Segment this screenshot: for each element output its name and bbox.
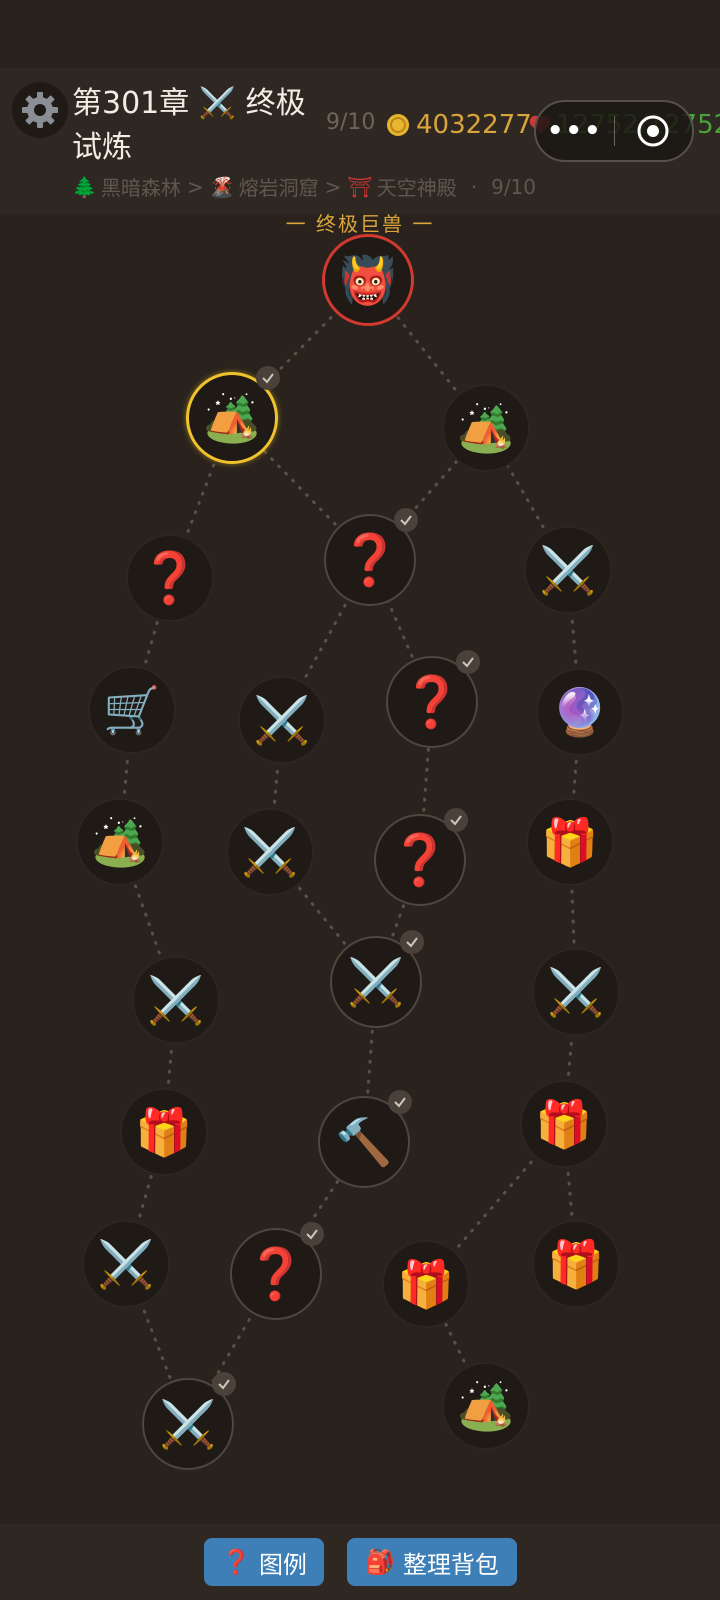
close-button[interactable] xyxy=(615,114,693,148)
treasure-icon: 🎁 xyxy=(135,1104,193,1159)
bottom-bar: ❓ 图例 🎒 整理背包 xyxy=(0,1524,720,1600)
event-icon: ❓ xyxy=(138,548,202,607)
map-node-battle[interactable]: ⚔️ xyxy=(82,1220,170,1308)
rest-icon: 🏕️ xyxy=(457,400,515,455)
battle-icon: ⚔️ xyxy=(539,542,597,597)
rest-icon: 🏕️ xyxy=(91,814,149,869)
organize-bag-label: 整理背包 xyxy=(402,1550,499,1579)
map-node-boss[interactable]: 👹 xyxy=(322,234,414,326)
map-node-rest[interactable]: 🏕️ xyxy=(186,372,278,464)
map-node-crystal-ball[interactable]: 🔮 xyxy=(536,668,624,756)
gold-counter: 4032277 xyxy=(386,110,532,140)
rest-icon: 🏕️ xyxy=(203,390,261,445)
treasure-icon: 🎁 xyxy=(397,1256,455,1311)
map-node-event[interactable]: ❓ xyxy=(374,814,466,906)
status-bar xyxy=(0,0,720,68)
breadcrumb-separator: > xyxy=(324,174,342,199)
map-node-rest[interactable]: 🏕️ xyxy=(76,798,164,886)
map-nodes: 👹 🏕️ 🏕️ ❓ ❓ ⚔️ 🛒 ⚔️ ❓ 🔮 🏕️ ⚔️ ❓ 🎁 ⚔️ ⚔️ ⚔️ 🎁 🔨 🎁 ⚔️ ❓ 🎁 🎁 ⚔️ 🏕️ xyxy=(0,0,720,1600)
shop-icon: 🛒 xyxy=(103,682,161,737)
map-node-event[interactable]: ❓ xyxy=(324,514,416,606)
record-icon xyxy=(637,115,669,147)
breadcrumb-item: 🌲 黑暗森林 xyxy=(72,172,181,201)
crystal-ball-icon: 🔮 xyxy=(551,684,609,739)
event-icon: ❓ xyxy=(400,672,464,731)
organize-bag-button[interactable]: 🎒 整理背包 xyxy=(347,1538,517,1586)
map-node-battle[interactable]: ⚔️ xyxy=(142,1378,234,1470)
shrine-icon: ⛩ xyxy=(347,174,373,199)
breadcrumb-dot: · xyxy=(470,174,478,199)
legend-label: 图例 xyxy=(258,1550,307,1579)
battle-icon: ⚔️ xyxy=(159,1396,217,1451)
treasure-icon: 🎁 xyxy=(547,1236,605,1291)
breadcrumb-progress: 9/10 xyxy=(491,174,537,199)
treasure-icon: 🎁 xyxy=(535,1096,593,1151)
chapter-title: 第301章 ⚔️ 终极试炼 xyxy=(72,86,306,165)
treasure-icon: 🎁 xyxy=(541,814,599,869)
map-node-smith[interactable]: 🔨 xyxy=(318,1096,410,1188)
legend-button[interactable]: ❓ 图例 xyxy=(204,1538,324,1586)
gold-value: 4032277 xyxy=(416,110,532,140)
battle-icon: ⚔️ xyxy=(97,1236,155,1291)
backpack-icon: 🎒 xyxy=(365,1548,395,1576)
map-node-event[interactable]: ❓ xyxy=(230,1228,322,1320)
battle-icon: ⚔️ xyxy=(241,824,299,879)
event-icon: ❓ xyxy=(388,830,452,889)
map-node-treasure[interactable]: 🎁 xyxy=(120,1088,208,1176)
map-node-battle[interactable]: ⚔️ xyxy=(226,808,314,896)
map-node-battle[interactable]: ⚔️ xyxy=(238,676,326,764)
breadcrumb-item: ⛩ 天空神殿 xyxy=(347,172,456,201)
breadcrumb: 🌲 黑暗森林 > 🌋 熔岩洞窟 > ⛩ 天空神殿 · 9/10 xyxy=(72,172,536,201)
breadcrumb-label: 黑暗森林 xyxy=(100,176,181,200)
map-node-battle[interactable]: ⚔️ xyxy=(524,526,612,614)
map-node-treasure[interactable]: 🎁 xyxy=(532,1220,620,1308)
map-node-battle[interactable]: ⚔️ xyxy=(132,956,220,1044)
map-node-treasure[interactable]: 🎁 xyxy=(382,1240,470,1328)
question-icon: ❓ xyxy=(221,1548,251,1576)
more-button[interactable]: ••• xyxy=(536,116,614,146)
smith-icon: 🔨 xyxy=(335,1114,393,1169)
event-icon: ❓ xyxy=(244,1244,308,1303)
map-node-rest[interactable]: 🏕️ xyxy=(442,1362,530,1450)
breadcrumb-label: 天空神殿 xyxy=(376,176,457,200)
breadcrumb-separator: > xyxy=(186,174,204,199)
map-node-event[interactable]: ❓ xyxy=(126,534,214,622)
battle-icon: ⚔️ xyxy=(147,972,205,1027)
map-node-battle[interactable]: ⚔️ xyxy=(532,948,620,1036)
coin-icon xyxy=(387,114,409,136)
event-icon: ❓ xyxy=(338,530,402,589)
map-node-event[interactable]: ❓ xyxy=(386,656,478,748)
settings-button[interactable] xyxy=(12,82,68,138)
mini-program-capsule: ••• xyxy=(534,100,694,162)
map-node-treasure[interactable]: 🎁 xyxy=(526,798,614,886)
boss-title: 一 终极巨兽 一 xyxy=(285,212,435,236)
battle-icon: ⚔️ xyxy=(547,964,605,1019)
map-node-rest[interactable]: 🏕️ xyxy=(442,384,530,472)
battle-icon: ⚔️ xyxy=(347,954,405,1009)
gear-icon xyxy=(22,92,58,128)
volcano-icon: 🌋 xyxy=(209,174,235,199)
map-node-treasure[interactable]: 🎁 xyxy=(520,1080,608,1168)
breadcrumb-label: 熔岩洞窟 xyxy=(238,176,319,200)
floor-progress: 9/10 xyxy=(326,110,376,135)
breadcrumb-item: 🌋 熔岩洞窟 xyxy=(210,172,319,201)
battle-icon: ⚔️ xyxy=(253,692,311,747)
map-node-battle[interactable]: ⚔️ xyxy=(330,936,422,1028)
rest-icon: 🏕️ xyxy=(457,1378,515,1433)
tree-icon: 🌲 xyxy=(72,174,97,199)
boss-icon: 👹 xyxy=(339,252,397,307)
map-node-shop[interactable]: 🛒 xyxy=(88,666,176,754)
